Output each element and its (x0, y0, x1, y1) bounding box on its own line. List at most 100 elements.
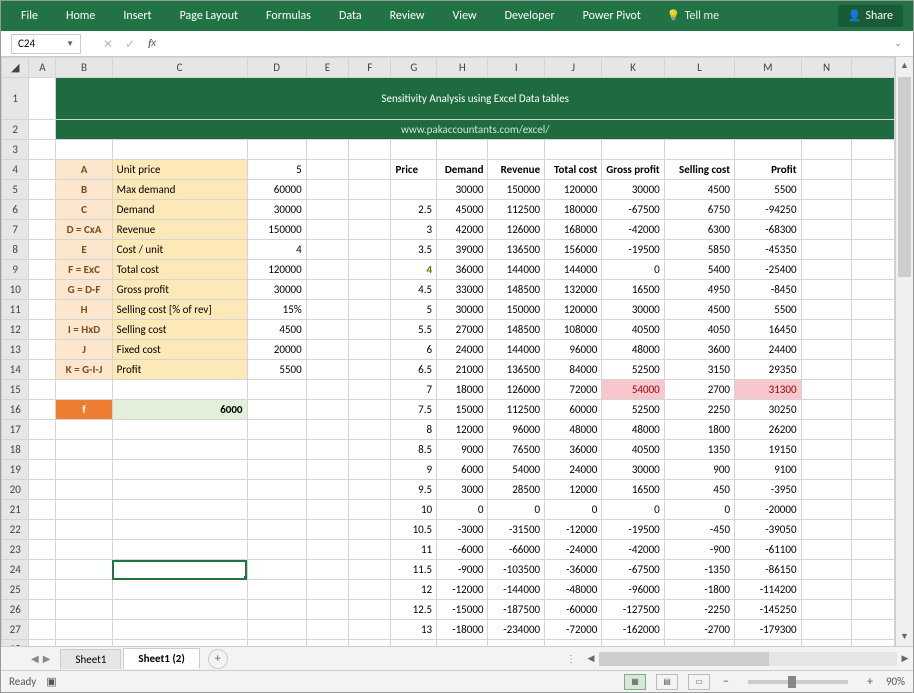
cell[interactable] (801, 280, 852, 300)
cell[interactable]: 5400 (664, 260, 734, 280)
cell[interactable]: 5850 (664, 240, 734, 260)
cell[interactable]: 42000 (437, 220, 488, 240)
cell[interactable] (29, 160, 56, 180)
row-header[interactable]: 15 (2, 380, 29, 400)
cell[interactable]: -25400 (735, 260, 802, 280)
cell[interactable] (349, 560, 391, 580)
col-header[interactable]: H (437, 58, 488, 78)
cell[interactable]: H (56, 300, 112, 320)
cell[interactable]: Revenue (112, 220, 247, 240)
sheet-tab-active[interactable]: Sheet1 (2) (123, 648, 199, 669)
cell[interactable]: 30250 (735, 400, 802, 420)
cell[interactable]: 0 (437, 500, 488, 520)
cell[interactable]: 108000 (545, 320, 602, 340)
cell[interactable]: -18000 (437, 620, 488, 640)
cell[interactable]: -162000 (602, 620, 664, 640)
cell[interactable] (247, 440, 306, 460)
cell[interactable]: 6000 (112, 400, 247, 420)
cell[interactable]: 31300 (735, 380, 802, 400)
view-page-break-button[interactable]: ▭ (688, 674, 710, 690)
cell[interactable]: I = HxD (56, 320, 112, 340)
cell[interactable] (306, 160, 348, 180)
cell[interactable] (852, 300, 895, 320)
cell[interactable] (349, 500, 391, 520)
row-header[interactable]: 19 (2, 460, 29, 480)
ribbon-tab-home[interactable]: Home (52, 1, 109, 31)
cell[interactable]: 16500 (602, 280, 664, 300)
cell[interactable] (29, 120, 56, 140)
cell[interactable]: 19150 (735, 440, 802, 460)
col-header[interactable]: I (488, 58, 545, 78)
cell[interactable]: A (56, 160, 112, 180)
cell[interactable]: f (56, 400, 112, 420)
cell[interactable]: -86150 (735, 560, 802, 580)
cell[interactable]: -45350 (735, 240, 802, 260)
cell[interactable]: -19500 (602, 520, 664, 540)
cell[interactable] (56, 480, 112, 500)
cell[interactable]: 10 (391, 500, 437, 520)
cell[interactable]: 24400 (735, 340, 802, 360)
cell[interactable] (801, 400, 852, 420)
cell[interactable] (56, 500, 112, 520)
cell[interactable]: 150000 (488, 300, 545, 320)
cell[interactable]: 0 (602, 260, 664, 280)
insert-function-button[interactable]: fx (141, 34, 163, 54)
cell[interactable] (112, 620, 247, 640)
cell[interactable] (112, 420, 247, 440)
cell[interactable] (602, 140, 664, 160)
cell[interactable]: -450 (664, 520, 734, 540)
cell[interactable]: 9 (391, 460, 437, 480)
cell[interactable] (247, 480, 306, 500)
row-header[interactable]: 7 (2, 220, 29, 240)
col-header[interactable]: M (735, 58, 802, 78)
cell[interactable] (349, 480, 391, 500)
cell[interactable]: 76500 (488, 440, 545, 460)
cell[interactable] (349, 240, 391, 260)
cell[interactable] (56, 560, 112, 580)
cell[interactable] (56, 380, 112, 400)
name-box[interactable]: C24 ▼ (11, 34, 81, 54)
cell[interactable]: 18000 (437, 380, 488, 400)
cell[interactable]: -68300 (735, 220, 802, 240)
cell[interactable]: 2700 (664, 380, 734, 400)
cell[interactable]: 12000 (437, 420, 488, 440)
cell[interactable] (349, 160, 391, 180)
cell[interactable]: 54000 (602, 380, 664, 400)
cell[interactable]: 30000 (602, 460, 664, 480)
cell[interactable]: Total cost (545, 160, 602, 180)
cell[interactable]: -1800 (664, 580, 734, 600)
cell[interactable] (545, 640, 602, 647)
cell[interactable]: 16450 (735, 320, 802, 340)
cell[interactable] (247, 620, 306, 640)
cell[interactable]: 120000 (545, 180, 602, 200)
cell[interactable] (29, 180, 56, 200)
cell[interactable]: 24000 (545, 460, 602, 480)
cell[interactable] (56, 600, 112, 620)
cell[interactable]: 39000 (437, 240, 488, 260)
cell[interactable] (56, 640, 112, 647)
cell[interactable]: 5500 (735, 180, 802, 200)
cell[interactable]: -19500 (602, 240, 664, 260)
cell[interactable] (349, 300, 391, 320)
cell[interactable]: 96000 (488, 420, 545, 440)
cell[interactable]: 11 (391, 540, 437, 560)
cell[interactable]: 150000 (247, 220, 306, 240)
cell[interactable]: -103500 (488, 560, 545, 580)
cell[interactable] (852, 560, 895, 580)
cell[interactable] (349, 460, 391, 480)
row-header[interactable]: 13 (2, 340, 29, 360)
cell[interactable]: 4 (391, 260, 437, 280)
cell[interactable] (349, 140, 391, 160)
cell[interactable]: 29350 (735, 360, 802, 380)
cell[interactable]: 4 (247, 240, 306, 260)
cell[interactable] (29, 78, 56, 120)
cell[interactable] (306, 340, 348, 360)
cell[interactable]: 4500 (247, 320, 306, 340)
cell[interactable] (852, 160, 895, 180)
cell[interactable] (801, 620, 852, 640)
cell[interactable]: 450 (664, 480, 734, 500)
cell[interactable] (112, 500, 247, 520)
cell[interactable] (29, 280, 56, 300)
cell[interactable]: 5.5 (391, 320, 437, 340)
cell[interactable] (306, 420, 348, 440)
